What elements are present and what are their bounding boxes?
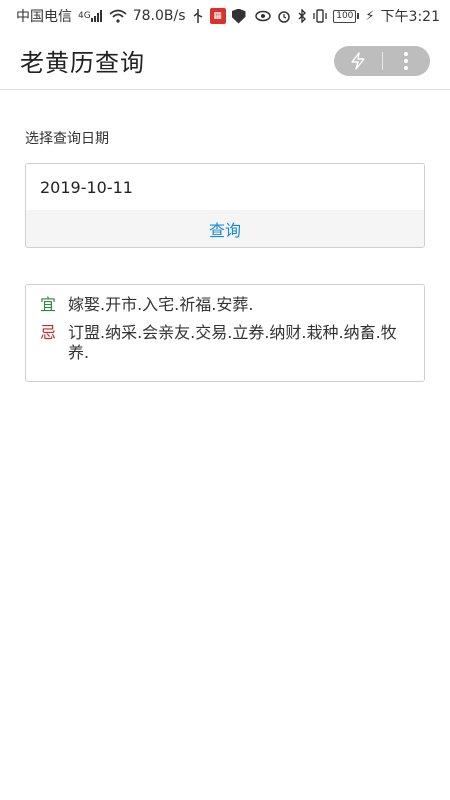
ji-label: 忌	[40, 323, 57, 342]
charging-icon: ⚡	[365, 8, 375, 24]
bluetooth-icon	[297, 9, 307, 23]
network-speed: 78.0B/s	[132, 8, 186, 24]
network-type-label: 4G	[78, 10, 91, 21]
eye-icon	[255, 10, 271, 22]
status-bar: 中国电信 4G 78.0B/s ▦ 100 ⚡ 下午3:21	[0, 0, 450, 32]
ji-row: 忌 订盟.纳采.会亲友.交易.立券.纳财.栽种.纳畜.牧养.	[40, 323, 410, 363]
status-right: 100 ⚡ 下午3:21	[255, 6, 440, 26]
query-card: 查询	[25, 163, 425, 248]
date-label: 选择查询日期	[25, 131, 109, 147]
usb-icon	[192, 9, 204, 23]
lightning-icon[interactable]	[334, 46, 382, 76]
shield-icon	[231, 8, 246, 24]
carrier-name: 中国电信	[16, 9, 72, 25]
signal-icon: 4G	[78, 10, 103, 22]
date-input[interactable]	[26, 164, 424, 210]
page-title: 老黄历查询	[20, 49, 145, 77]
alarm-icon	[277, 9, 291, 23]
battery-level: 100	[333, 9, 357, 23]
app-toolbar: 老黄历查询	[0, 32, 450, 90]
yi-text: 嫁娶.开市.入宅.祈福.安葬.	[68, 295, 254, 314]
yi-row: 宜 嫁娶.开市.入宅.祈福.安葬.	[40, 295, 410, 315]
yi-label: 宜	[40, 295, 57, 314]
more-menu-icon[interactable]	[383, 46, 431, 76]
vibrate-icon	[313, 9, 327, 23]
query-button[interactable]: 查询	[26, 210, 424, 247]
ji-text: 订盟.纳采.会亲友.交易.立券.纳财.栽种.纳畜.牧养.	[68, 323, 397, 362]
app-notification-icon: ▦	[209, 8, 226, 24]
result-card: 宜 嫁娶.开市.入宅.祈福.安葬. 忌 订盟.纳采.会亲友.交易.立券.纳财.栽…	[25, 284, 425, 382]
clock-time: 下午3:21	[380, 9, 440, 25]
battery-icon: 100	[333, 9, 360, 23]
status-left: 中国电信 4G 78.0B/s ▦	[16, 6, 246, 26]
mini-program-capsule	[334, 45, 431, 76]
wifi-icon	[109, 9, 127, 23]
